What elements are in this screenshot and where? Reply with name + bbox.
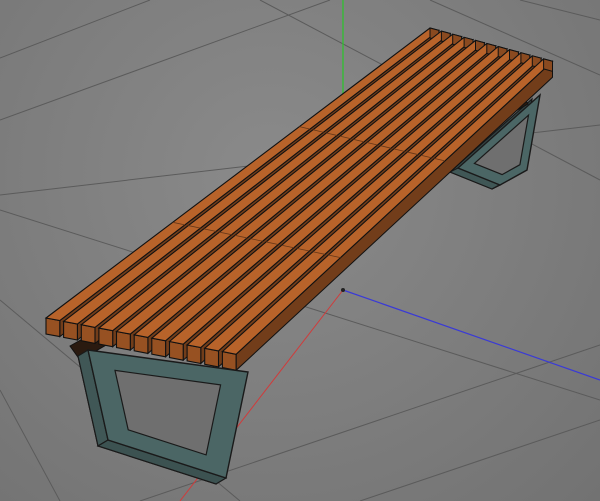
slat-end-face (63, 320, 78, 341)
3d-viewport[interactable] (0, 0, 600, 501)
z-axis-line (342, 289, 600, 381)
grid-line (0, 0, 151, 59)
grid-line (359, 419, 600, 501)
bench-slats[interactable] (44, 27, 554, 372)
grid-line (0, 389, 61, 501)
slat-end-face (115, 330, 131, 351)
slat-end-face (45, 317, 61, 338)
bench-leg-front[interactable] (77, 349, 249, 485)
slat-end-face (204, 347, 220, 368)
slat-end-face (151, 337, 167, 358)
grid-line (519, 0, 600, 21)
grid-line (0, 0, 331, 121)
origin-marker (341, 288, 345, 292)
viewport-canvas[interactable] (0, 0, 600, 501)
slat-end-face (98, 327, 114, 348)
slat-end-face (133, 334, 149, 355)
world-axes-overlay (341, 288, 345, 292)
slat-end-face (186, 344, 202, 365)
slat-top-face (150, 45, 509, 342)
slat-back-end (543, 58, 553, 72)
